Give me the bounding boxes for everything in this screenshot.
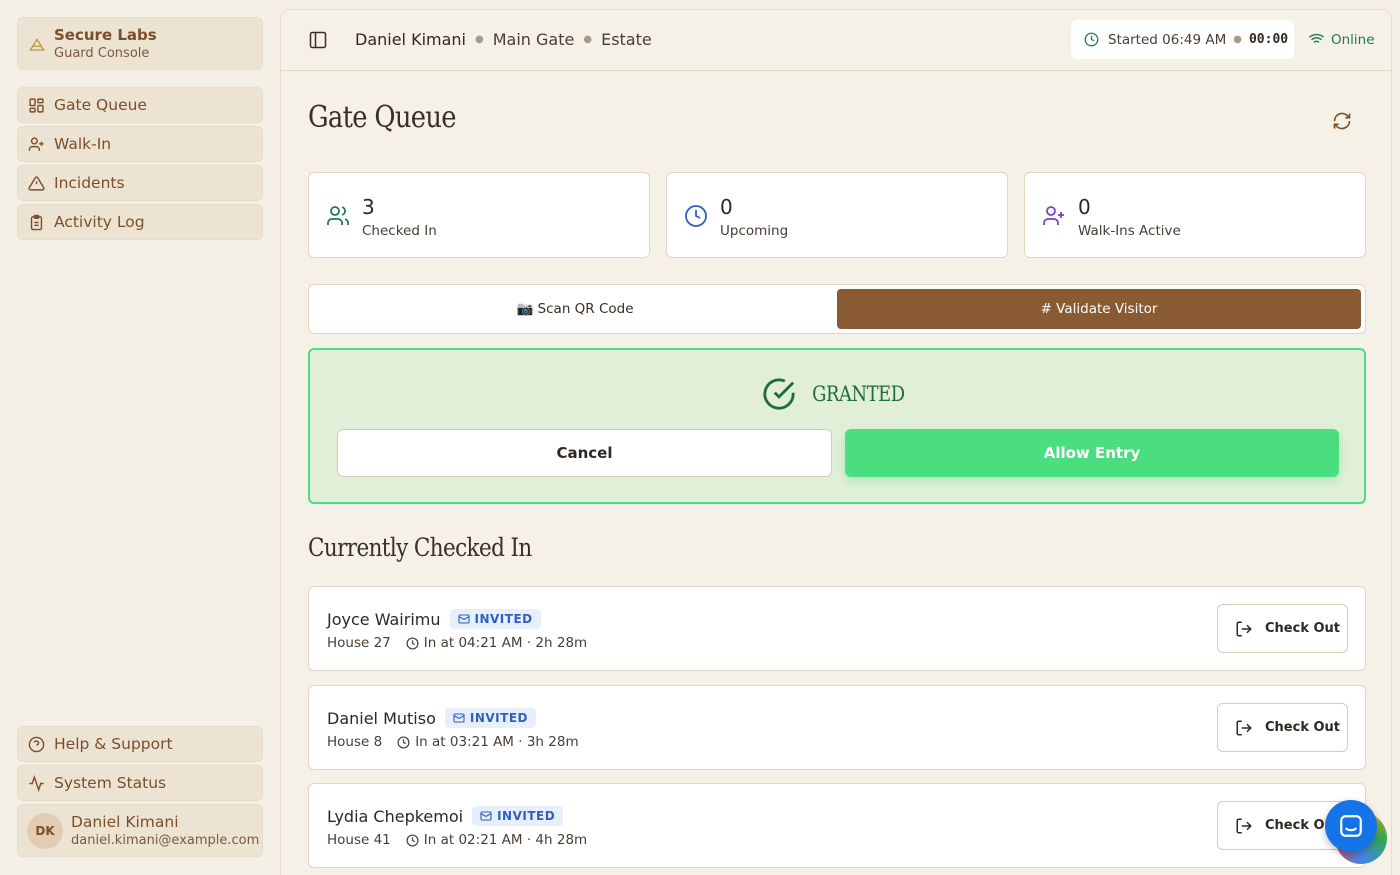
log-out-icon	[1235, 620, 1253, 638]
scan-qr-tab[interactable]: 📷 Scan QR Code	[313, 289, 837, 329]
mail-icon	[453, 712, 465, 724]
visitor-name: Lydia Chepkemoi	[327, 806, 464, 826]
allow-entry-button[interactable]: Allow Entry	[845, 429, 1339, 477]
stat-value: 0	[720, 195, 733, 219]
nav-item-help-support[interactable]: Help & Support	[17, 726, 263, 762]
check-out-button[interactable]: Check Out	[1217, 604, 1348, 653]
nav-item-gate-queue[interactable]: Gate Queue	[17, 87, 263, 123]
nav-label: Gate Queue	[54, 96, 147, 114]
page-title: Gate Queue	[308, 100, 457, 135]
sidebar: Secure Labs Guard Console Gate Queue Wal…	[0, 0, 280, 875]
visitor-name: Daniel Mutiso	[327, 708, 436, 728]
chat-launcher-button[interactable]	[1325, 800, 1377, 852]
grid-icon	[28, 97, 45, 114]
stat-card-checked-in: 3 Checked In	[308, 172, 650, 258]
visitor-name: Joyce Wairimu	[327, 609, 441, 629]
list-item: Joyce Wairimu INVITED House 27 In at 04:…	[308, 586, 1366, 671]
logo-icon	[28, 35, 46, 53]
activity-icon	[28, 774, 45, 792]
alert-triangle-icon	[28, 175, 45, 192]
nav-item-walk-in[interactable]: Walk-In	[17, 126, 263, 162]
mail-icon	[457, 613, 470, 625]
user-email: daniel.kimani@example.com	[71, 833, 260, 848]
stat-card-upcoming: 0 Upcoming	[666, 172, 1008, 258]
sidebar-toggle-icon[interactable]	[308, 30, 328, 50]
check-circle-icon	[762, 377, 796, 411]
status-badge: INVITED	[444, 708, 536, 728]
clock-icon	[397, 735, 410, 749]
status-badge: INVITED	[472, 806, 564, 826]
house: House 27	[327, 635, 391, 651]
nav-label: Activity Log	[54, 213, 145, 231]
house: House 8	[327, 734, 383, 750]
shift-started: Started 06:49 AM	[1108, 31, 1227, 48]
topbar: Daniel Kimani ● Main Gate ● Estate Start…	[281, 10, 1391, 71]
bottom-nav: Help & Support System Status DK Daniel K…	[17, 726, 263, 857]
site-name: Estate	[601, 30, 652, 49]
stat-card-walk-ins: 0 Walk-Ins Active	[1024, 172, 1366, 258]
clock-icon	[406, 833, 419, 847]
help-circle-icon	[28, 736, 45, 753]
validate-visitor-tab[interactable]: # Validate Visitor	[837, 289, 1361, 329]
connection-status: Online	[1308, 31, 1375, 48]
section-title: Currently Checked In	[308, 533, 532, 562]
nav-label: Incidents	[54, 174, 125, 192]
nav-label: System Status	[54, 774, 167, 792]
clock-icon	[1084, 32, 1099, 47]
gate-name: Main Gate	[492, 30, 575, 49]
nav-item-activity-log[interactable]: Activity Log	[17, 204, 263, 240]
clipboard-icon	[28, 214, 45, 231]
brand-card[interactable]: Secure Labs Guard Console	[17, 17, 263, 70]
house: House 41	[327, 832, 391, 848]
check-in-time: In at 03:21 AM · 3h 28m	[415, 734, 579, 750]
main-panel: Daniel Kimani ● Main Gate ● Estate Start…	[280, 9, 1392, 875]
user-plus-icon	[1042, 204, 1066, 228]
nav-label: Help & Support	[54, 735, 173, 753]
avatar: DK	[27, 812, 63, 849]
list-item: Lydia Chepkemoi INVITED House 41 In at 0…	[308, 783, 1366, 868]
shift-session: Started 06:49 AM ● 00:00	[1071, 20, 1294, 59]
result-status: GRANTED	[811, 382, 905, 406]
stat-label: Walk-Ins Active	[1078, 223, 1181, 239]
user-name: Daniel Kimani	[71, 813, 179, 831]
log-out-icon	[1235, 719, 1253, 737]
shift-timer: 00:00	[1248, 32, 1289, 47]
mode-toggle: 📷 Scan QR Code # Validate Visitor	[308, 284, 1366, 334]
stat-label: Checked In	[362, 223, 437, 239]
cancel-button[interactable]: Cancel	[337, 429, 832, 477]
chat-icon	[1338, 813, 1364, 839]
brand-name: Secure Labs	[54, 26, 157, 44]
user-card[interactable]: DK Daniel Kimani daniel.kimani@example.c…	[17, 804, 263, 857]
wifi-icon	[1308, 31, 1325, 48]
brand-subtitle: Guard Console	[54, 46, 150, 61]
nav-item-incidents[interactable]: Incidents	[17, 165, 263, 201]
check-in-time: In at 04:21 AM · 2h 28m	[423, 635, 588, 651]
validation-result: GRANTED Cancel Allow Entry	[308, 348, 1366, 504]
main-nav: Gate Queue Walk-In Incidents Activity Lo…	[17, 87, 263, 243]
users-icon	[326, 204, 350, 228]
clock-icon	[684, 204, 708, 228]
list-item: Daniel Mutiso INVITED House 8 In at 03:2…	[308, 685, 1366, 770]
clock-icon	[406, 636, 419, 650]
stat-value: 3	[362, 195, 375, 219]
nav-label: Walk-In	[54, 135, 112, 153]
refresh-icon[interactable]	[1332, 111, 1352, 131]
guard-name: Daniel Kimani	[355, 30, 466, 49]
stat-value: 0	[1078, 195, 1091, 219]
check-out-button[interactable]: Check Out	[1217, 703, 1348, 752]
stat-label: Upcoming	[720, 223, 789, 239]
breadcrumb: Daniel Kimani ● Main Gate ● Estate	[355, 30, 652, 49]
user-plus-icon	[28, 136, 45, 153]
log-out-icon	[1235, 817, 1253, 835]
nav-item-system-status[interactable]: System Status	[17, 765, 263, 801]
check-in-time: In at 02:21 AM · 4h 28m	[423, 832, 588, 848]
status-badge: INVITED	[449, 609, 541, 629]
status-text: Online	[1331, 31, 1375, 48]
mail-icon	[480, 810, 492, 822]
